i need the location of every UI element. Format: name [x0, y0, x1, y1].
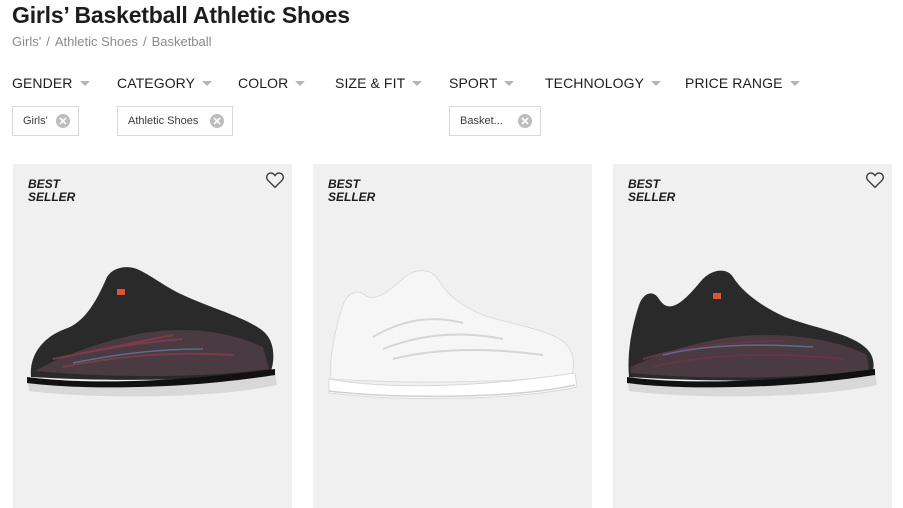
- chevron-down-icon: [789, 81, 800, 86]
- breadcrumb-athletic-shoes[interactable]: Athletic Shoes: [55, 34, 138, 49]
- active-filter-gender: Girls': [12, 106, 79, 136]
- filter-category[interactable]: CATEGORY: [117, 74, 213, 92]
- best-seller-badge: BEST SELLER: [28, 177, 76, 204]
- filter-color[interactable]: COLOR: [238, 74, 306, 92]
- close-circle-icon[interactable]: [518, 114, 532, 128]
- active-filter-gender-label: Girls': [23, 115, 48, 127]
- filter-gender-label: GENDER: [12, 75, 73, 91]
- product-card[interactable]: BEST SELLER: [613, 164, 892, 508]
- chevron-down-icon: [202, 81, 213, 86]
- product-image-shoe: [627, 270, 877, 397]
- product-card[interactable]: BEST SELLER: [313, 164, 592, 508]
- active-filter-category: Athletic Shoes: [117, 106, 233, 136]
- breadcrumb-girls[interactable]: Girls': [12, 34, 41, 49]
- filter-size-fit-label: SIZE & FIT: [335, 75, 406, 91]
- heart-outline-icon[interactable]: [265, 171, 285, 189]
- breadcrumb: Girls' / Athletic Shoes / Basketball: [12, 34, 212, 49]
- breadcrumb-separator: /: [142, 34, 147, 49]
- best-seller-badge: BEST SELLER: [628, 177, 676, 204]
- close-circle-icon[interactable]: [210, 114, 224, 128]
- filter-color-label: COLOR: [238, 75, 289, 91]
- active-filter-sport: Basket...: [449, 106, 541, 136]
- close-circle-icon[interactable]: [56, 114, 70, 128]
- chevron-down-icon: [504, 81, 515, 86]
- filter-technology-label: TECHNOLOGY: [545, 75, 645, 91]
- filter-technology[interactable]: TECHNOLOGY: [545, 74, 662, 92]
- product-card[interactable]: BEST SELLER: [13, 164, 292, 508]
- active-filter-category-label: Athletic Shoes: [128, 115, 199, 127]
- chevron-down-icon: [79, 81, 90, 86]
- breadcrumb-separator: /: [46, 34, 50, 49]
- filter-gender[interactable]: GENDER: [12, 74, 90, 92]
- filter-price-range-label: PRICE RANGE: [685, 75, 783, 91]
- page-title: Girls’ Basketball Athletic Shoes: [12, 2, 350, 28]
- product-image-shoe: [27, 267, 277, 397]
- chevron-down-icon: [651, 81, 662, 86]
- active-filter-sport-label: Basket...: [460, 115, 503, 127]
- filter-price-range[interactable]: PRICE RANGE: [685, 74, 800, 92]
- filter-sport[interactable]: SPORT: [449, 74, 515, 92]
- chevron-down-icon: [412, 81, 423, 86]
- chevron-down-icon: [295, 81, 306, 86]
- heart-outline-icon[interactable]: [865, 171, 885, 189]
- product-image-shoe: [328, 270, 578, 399]
- filter-size-fit[interactable]: SIZE & FIT: [335, 74, 423, 92]
- breadcrumb-basketball[interactable]: Basketball: [152, 34, 212, 49]
- filter-sport-label: SPORT: [449, 75, 498, 91]
- best-seller-badge: BEST SELLER: [328, 177, 376, 204]
- filter-category-label: CATEGORY: [117, 75, 196, 91]
